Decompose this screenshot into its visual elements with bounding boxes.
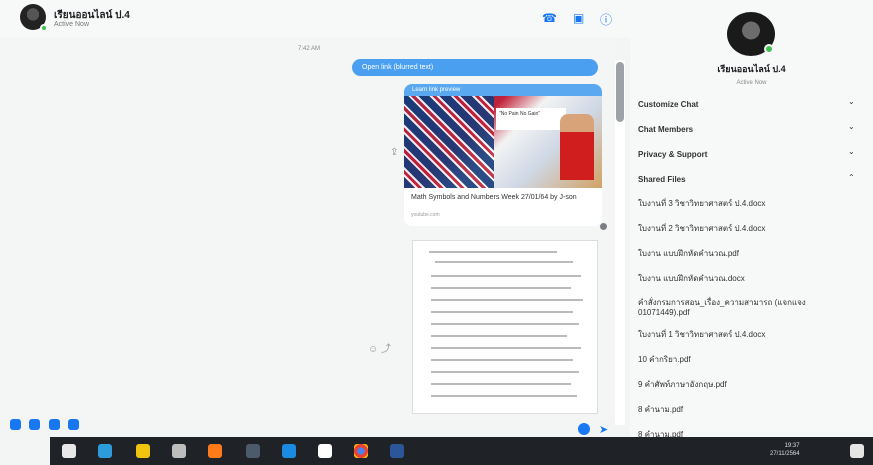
plus-icon[interactable] [10,419,21,430]
store-icon[interactable] [172,444,186,458]
firefox-icon[interactable] [208,444,222,458]
shared-file-item[interactable]: ใบงานที่ 3 วิชาวิทยาศาสตร์ ป.4.docx [638,199,858,209]
clock-time: 19:37 [784,443,800,449]
composer-toolbar [10,417,110,433]
shared-file-item[interactable]: ใบงานที่ 1 วิชาวิทยาศาสตร์ ป.4.docx [638,330,858,340]
edge-icon[interactable] [98,444,112,458]
shared-file-item[interactable]: 9 คำศัพท์ภาษาอังกฤษ.pdf [638,380,858,390]
section-shared-files[interactable]: Shared Files [638,175,858,184]
gif-icon[interactable] [68,419,80,430]
chevron-down-icon[interactable]: ⌄ [848,122,855,131]
message-timestamp: 7:42 AM [298,46,321,52]
section-privacy-support[interactable]: Privacy & Support [638,150,858,159]
sticker-icon[interactable] [48,419,60,430]
link-preview-card[interactable]: Learn link preview "No Pain No Gain" [404,84,602,226]
chevron-down-icon[interactable]: ⌄ [848,147,855,156]
card-top-bar: Learn link preview [404,84,602,96]
chat-info-sidebar: เรียนออนไลน์ ป.4 Active Now Customize Ch… [630,0,873,439]
chat-status: Active Now [54,21,90,28]
phone-icon[interactable]: ☎ [542,11,557,25]
banner-caption: "No Pain No Gain" [496,108,566,130]
chrome-icon[interactable] [354,444,368,458]
clock-date: 27/11/2564 [770,451,800,457]
clock[interactable]: 19:37 27/11/2564 [770,442,800,458]
file-explorer-icon[interactable] [136,444,150,458]
word-icon[interactable] [390,444,404,458]
section-chat-members[interactable]: Chat Members [638,125,858,134]
sidebar-status: Active Now [736,80,767,86]
ie-icon[interactable] [318,444,332,458]
message-bubble[interactable]: Open link (blurred text) [352,59,598,76]
shared-file-item[interactable]: คำสั่งกรมการสอน_เรื่อง_ความสามารถ (แจกแจ… [638,298,858,318]
share-icon[interactable]: ⇪ [390,147,398,158]
send-icon[interactable]: ➤ [599,423,608,436]
like-icon[interactable] [578,423,590,435]
shared-file-item[interactable]: ใบงานที่ 2 วิชาวิทยาศาสตร์ ป.4.docx [638,224,858,234]
online-status-dot [40,24,48,32]
sidebar-title: เรียนออนไลน์ ป.4 [717,64,786,74]
more-icon[interactable] [600,223,607,230]
taskbar: 19:37 27/11/2564 [50,437,873,465]
video-icon[interactable]: ▣ [573,11,584,25]
chevron-up-icon[interactable]: ⌃ [848,173,855,182]
message-actions-icon[interactable]: ☺ ⤴ [368,340,391,355]
shared-file-item[interactable]: 8 คำนาม.pdf [638,405,858,415]
section-customize-chat[interactable]: Customize Chat [638,100,858,109]
scrollbar-thumb[interactable] [616,62,624,122]
mail-icon[interactable] [282,444,296,458]
document-attachment[interactable] [412,240,598,414]
shared-file-item[interactable]: ใบงาน แบบฝึกหัดคำนวณ.pdf [638,249,858,259]
link-domain: youtube.com [411,212,440,218]
chat-header: เรียนออนไลน์ ป.4 Active Now ☎ ▣ ⓘ [0,0,630,38]
link-title[interactable]: Math Symbols and Numbers Week 27/01/64 b… [411,193,591,202]
shared-file-item[interactable]: 10 คำกริยา.pdf [638,355,858,365]
notification-icon[interactable] [850,444,864,458]
flag-image [404,96,494,188]
app-icon[interactable] [246,444,260,458]
shared-file-item[interactable]: ใบงาน แบบฝึกหัดคำนวณ.docx [638,274,858,284]
link-preview-image[interactable]: "No Pain No Gain" [404,96,602,188]
chevron-down-icon[interactable]: ⌄ [848,97,855,106]
start-icon[interactable] [62,444,76,458]
image-icon[interactable] [29,419,41,430]
online-status-dot [764,44,774,54]
teacher-image [560,114,594,180]
info-icon[interactable]: ⓘ [600,11,612,28]
